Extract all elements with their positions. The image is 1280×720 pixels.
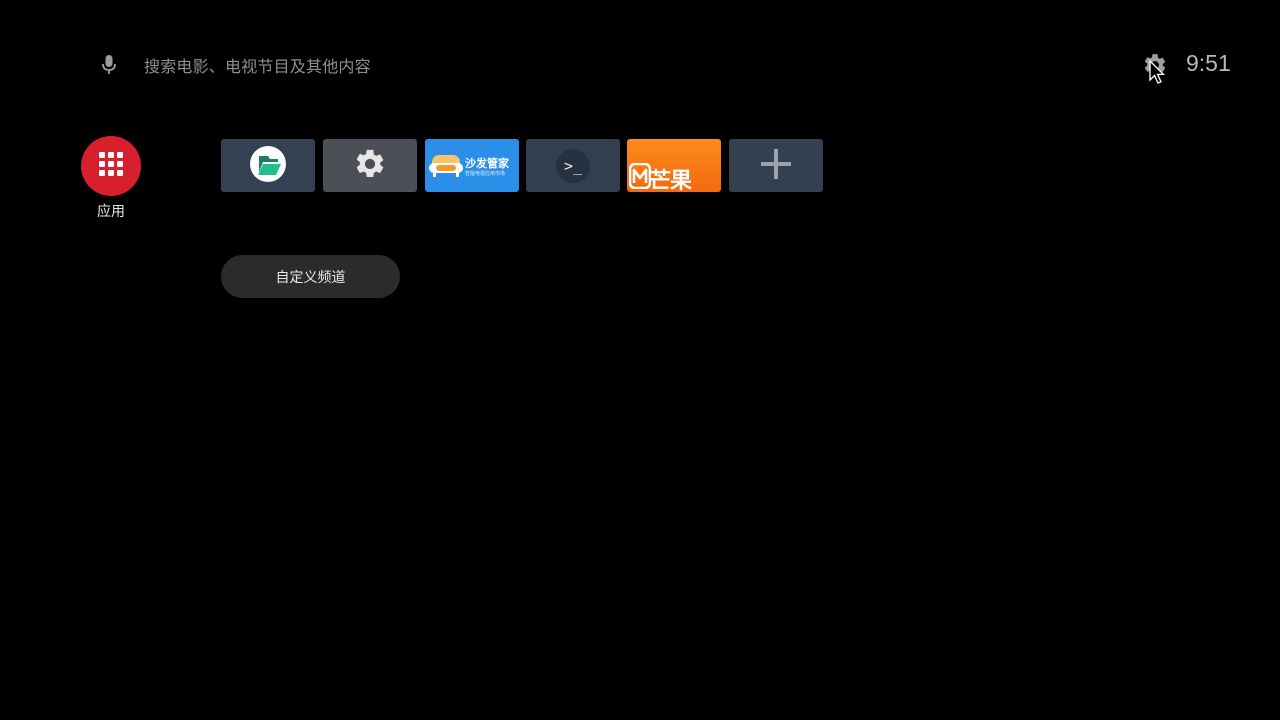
- customize-channels-label: 自定义频道: [275, 269, 346, 286]
- apps-button[interactable]: [81, 136, 141, 196]
- settings-gear-icon: [353, 147, 387, 185]
- terminal-glyph: >_: [563, 156, 583, 175]
- sofa-subtitle: 智能电视应用市场: [465, 171, 506, 177]
- mouse-cursor-icon: [1149, 59, 1166, 86]
- favorite-app-settings[interactable]: [323, 139, 417, 192]
- microphone-icon[interactable]: [96, 52, 122, 78]
- files-app-icon: [249, 145, 287, 187]
- favorite-app-mango-tv[interactable]: 芒果: [627, 139, 721, 192]
- plus-icon: [760, 148, 792, 184]
- mango-tv-text: 芒果: [649, 169, 692, 192]
- customize-channels-button[interactable]: 自定义频道: [221, 255, 400, 298]
- apps-grid-icon: [97, 150, 125, 182]
- apps-label: 应用: [97, 204, 125, 220]
- sofa-icon: [428, 151, 464, 185]
- tv-home-screen: 搜索电影、电视节目及其他内容 9:51 应用 沙发管家 智能电视应用市场 >_ …: [0, 0, 1280, 720]
- add-favorite-button[interactable]: [729, 139, 823, 192]
- search-bar[interactable]: 搜索电影、电视节目及其他内容: [96, 46, 516, 84]
- favorite-app-terminal[interactable]: >_: [526, 139, 620, 192]
- sofa-title: 沙发管家: [465, 157, 509, 170]
- favorite-app-sofa[interactable]: 沙发管家 智能电视应用市场: [425, 139, 519, 192]
- mango-tv-icon: [628, 162, 652, 192]
- favorite-app-files[interactable]: [221, 139, 315, 192]
- clock: 9:51: [1186, 50, 1231, 76]
- search-placeholder[interactable]: 搜索电影、电视节目及其他内容: [144, 53, 371, 77]
- terminal-icon: >_: [556, 148, 590, 183]
